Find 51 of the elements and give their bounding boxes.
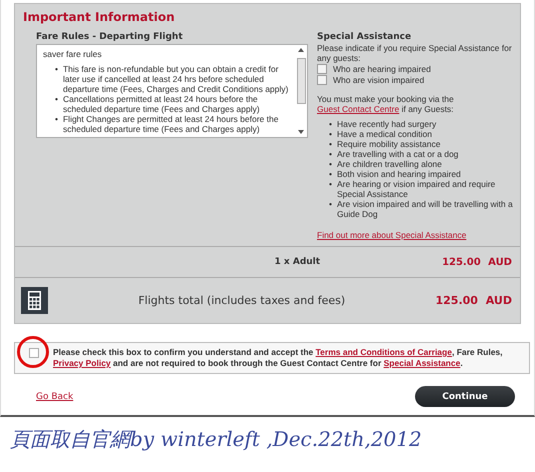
calculator-icon (21, 287, 48, 314)
bullet: • (55, 64, 58, 76)
fare-rule-item: Flight Changes are permitted at least 24 hours before the scheduled departure time (Fees and Charges apply) (62, 114, 280, 134)
policy-link[interactable]: Special Assistance (384, 358, 460, 368)
condition-item: Require mobility assistance (336, 139, 440, 149)
section-heading: Important Information (22, 9, 176, 26)
fare-rules-title: Fare Rules - Departing Flight (36, 32, 184, 43)
more-info-link[interactable]: Find out more about Special Assistance (317, 230, 466, 240)
bullet: • (55, 94, 58, 106)
policy-link[interactable]: Terms and Conditions of Carriage (316, 347, 452, 357)
fare-rules-subtitle: saver fare rules (43, 49, 103, 59)
checkbox[interactable] (29, 348, 39, 358)
fare-rule-item: Cancellations permitted at least 24 hours before the scheduled departure time (Fees and Charges apply) (62, 94, 261, 114)
bullet: • (329, 169, 332, 179)
total-label: Flights total (includes taxes and fees) (137, 294, 346, 307)
policy-link[interactable]: Privacy Policy (53, 358, 111, 368)
checkbox[interactable] (317, 64, 327, 74)
condition-item: Are vision impaired and will be travelling with a Guide Dog (336, 199, 514, 219)
bullet: • (329, 159, 332, 169)
checkbox-label: Who are vision impaired (333, 75, 424, 85)
scroll-down-icon[interactable] (298, 130, 304, 134)
consent-text: Please check this box to confirm you understand and accept the Terms and Conditions of Carriage, Fare Rules, Privacy Policy and are not required to book through the Guest Contact Centre for Special Assistance. (53, 347, 504, 369)
caption: 頁面取自官網by winterleft ,Dec.22th,2012 (10, 426, 422, 453)
condition-item: Are hearing or vision impaired and require Special Assistance (336, 179, 496, 199)
scroll-up-icon[interactable] (298, 48, 304, 52)
assistance-intro: Please indicate if you require Special Assistance for any guests: (317, 43, 513, 63)
checkbox[interactable] (317, 75, 327, 85)
bullet: • (329, 129, 332, 139)
condition-item: Are children travelling alone (336, 159, 442, 169)
passenger-label: 1 x Adult (274, 257, 320, 267)
fare-rule-item: This fare is non-refundable but you can obtain a credit for later use if cancelled at least 24 hrs before scheduled departure time (Fees, Charges and Credit Conditions apply) (62, 64, 289, 94)
condition-item: Have a medical condition (336, 129, 432, 139)
assistance-title: Special Assistance (317, 32, 412, 43)
continue-button[interactable]: Continue (415, 386, 515, 407)
bullet: • (329, 179, 332, 191)
scrollbar-thumb[interactable] (296, 58, 306, 104)
circle-annotation (16, 335, 50, 369)
checkbox-label: Who are hearing impaired (333, 64, 431, 74)
bullet: • (55, 114, 58, 126)
contact-link[interactable]: Guest Contact Centre (317, 104, 400, 114)
bullet: • (329, 139, 332, 149)
passenger-price: 125.00 AUD (442, 256, 512, 268)
bullet: • (329, 119, 332, 129)
back-link[interactable]: Go Back (36, 392, 74, 402)
bullet: • (329, 149, 332, 159)
total-price: 125.00 AUD (435, 294, 512, 307)
condition-item: Both vision and hearing impaired (336, 169, 461, 179)
condition-item: Are travelling with a cat or a dog (336, 149, 458, 159)
bullet: • (329, 199, 332, 211)
notice-text: You must make your booking via the Guest Contact Centre if any Guests: (317, 94, 455, 114)
condition-item: Have recently had surgery (336, 119, 436, 129)
